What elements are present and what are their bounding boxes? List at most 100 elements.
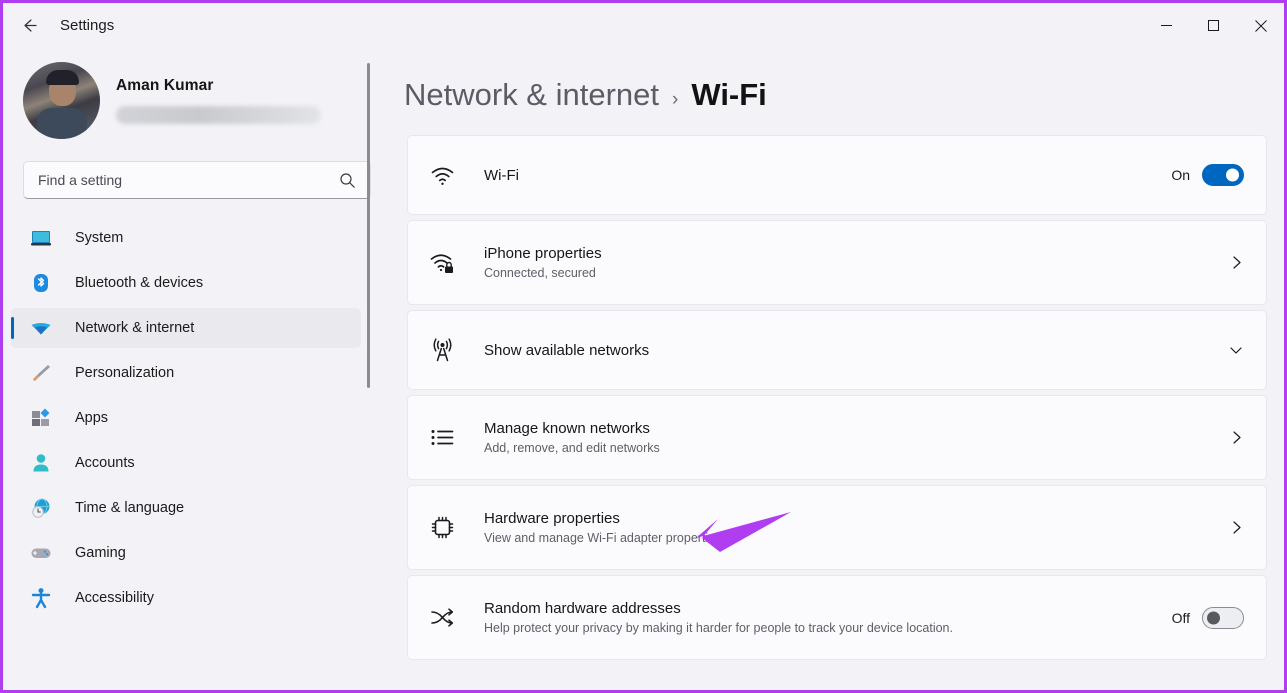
accessibility-icon <box>29 586 53 610</box>
avatar <box>23 62 100 139</box>
card-subtitle: Connected, secured <box>484 266 596 280</box>
chevron-right-icon[interactable] <box>1229 520 1244 535</box>
card-subtitle: Add, remove, and edit networks <box>484 441 660 455</box>
back-arrow-icon <box>23 19 37 32</box>
card-random-hardware-addresses[interactable]: Random hardware addresses Help protect y… <box>407 575 1267 660</box>
card-control <box>1229 255 1244 270</box>
card-title: Random hardware addresses <box>484 600 681 617</box>
system-icon <box>29 226 53 250</box>
chevron-down-icon[interactable] <box>1228 342 1244 358</box>
sidebar-scrollbar[interactable] <box>367 63 370 388</box>
clock-globe-icon <box>29 496 53 520</box>
chevron-right-icon[interactable] <box>1229 255 1244 270</box>
chip-icon <box>427 513 457 543</box>
broadcast-tower-icon <box>427 335 457 365</box>
sidebar-item-accessibility[interactable]: Accessibility <box>11 578 361 618</box>
sidebar-item-time-language[interactable]: Time & language <box>11 488 361 528</box>
settings-cards: Wi-Fi On iPhone properties Connected, se… <box>371 135 1284 660</box>
card-control: On <box>1171 164 1244 186</box>
apps-icon <box>29 406 53 430</box>
sidebar-item-label: Accounts <box>75 455 135 471</box>
sidebar-item-label: Accessibility <box>75 590 154 606</box>
close-icon <box>1254 19 1267 32</box>
status-badge: Off <box>1171 609 1190 626</box>
card-hardware-properties[interactable]: Hardware properties View and manage Wi-F… <box>407 485 1267 570</box>
card-control <box>1229 520 1244 535</box>
card-title: iPhone properties <box>484 245 602 262</box>
list-icon <box>427 423 457 453</box>
avatar-torso <box>37 108 87 139</box>
card-text: Hardware properties View and manage Wi-F… <box>484 510 1229 545</box>
shuffle-icon <box>427 603 457 633</box>
search-input[interactable] <box>24 172 333 188</box>
chevron-right-icon[interactable] <box>1229 430 1244 445</box>
card-manage-known-networks[interactable]: Manage known networks Add, remove, and e… <box>407 395 1267 480</box>
sidebar-item-label: Gaming <box>75 545 126 561</box>
search-box[interactable] <box>23 161 371 199</box>
breadcrumb: Network & internet › Wi-Fi <box>371 48 1284 113</box>
wifi-icon <box>427 160 457 190</box>
card-iphone-properties[interactable]: iPhone properties Connected, secured <box>407 220 1267 305</box>
paintbrush-icon <box>29 361 53 385</box>
card-subtitle: View and manage Wi-Fi adapter properties <box>484 531 722 545</box>
sidebar-item-gaming[interactable]: Gaming <box>11 533 361 573</box>
random-hardware-addresses-toggle[interactable] <box>1202 606 1244 629</box>
network-icon <box>29 316 53 340</box>
search-icon <box>333 172 370 189</box>
sidebar: Aman Kumar Find a setting System Bluetoo… <box>3 48 371 690</box>
card-control <box>1228 342 1244 358</box>
sidebar-item-personalization[interactable]: Personalization <box>11 353 361 393</box>
card-text: Random hardware addresses Help protect y… <box>484 600 1172 635</box>
settings-window: Settings Aman Kumar Find a setting Syste… <box>0 0 1287 693</box>
toggle-knob <box>1207 611 1220 624</box>
minimize-button[interactable] <box>1143 3 1190 48</box>
sidebar-item-label: System <box>75 230 124 246</box>
card-control: Off <box>1171 606 1244 629</box>
sidebar-item-system[interactable]: System <box>11 218 361 258</box>
status-badge: On <box>1171 167 1190 183</box>
sidebar-item-bluetooth[interactable]: Bluetooth & devices <box>11 263 361 303</box>
app-title: Settings <box>60 17 115 34</box>
back-button[interactable] <box>12 9 46 43</box>
window-controls <box>1143 3 1284 48</box>
avatar-hair <box>46 70 79 85</box>
sidebar-item-label: Network & internet <box>75 320 195 336</box>
sidebar-item-label: Apps <box>75 410 109 426</box>
profile-name: Aman Kumar <box>116 77 214 94</box>
chevron-right-icon: › <box>672 89 679 110</box>
card-text: Show available networks <box>484 342 1228 359</box>
card-subtitle: Help protect your privacy by making it h… <box>484 621 953 635</box>
breadcrumb-parent[interactable]: Network & internet <box>404 77 659 113</box>
sidebar-item-apps[interactable]: Apps <box>11 398 361 438</box>
bluetooth-icon <box>29 271 53 295</box>
maximize-icon <box>1208 20 1219 31</box>
maximize-button[interactable] <box>1190 3 1237 48</box>
wifi-lock-icon <box>427 248 457 278</box>
title-bar: Settings <box>3 3 1284 48</box>
card-show-available-networks[interactable]: Show available networks <box>407 310 1267 390</box>
profile-section[interactable]: Aman Kumar <box>3 48 371 139</box>
card-text: Wi-Fi <box>484 167 1171 184</box>
sidebar-item-label: Bluetooth & devices <box>75 275 204 291</box>
sidebar-item-label: Time & language <box>75 500 185 516</box>
card-text: Manage known networks Add, remove, and e… <box>484 420 1229 455</box>
card-text: iPhone properties Connected, secured <box>484 245 1229 280</box>
card-title: Hardware properties <box>484 510 620 527</box>
card-wifi[interactable]: Wi-Fi On <box>407 135 1267 215</box>
profile-text: Aman Kumar <box>116 77 321 124</box>
wifi-toggle[interactable] <box>1202 164 1244 186</box>
sidebar-nav: System Bluetooth & devices Network & int… <box>3 218 371 618</box>
toggle-knob <box>1226 168 1239 182</box>
card-control <box>1229 430 1244 445</box>
page-title: Wi-Fi <box>691 77 767 112</box>
card-title: Manage known networks <box>484 420 650 437</box>
account-icon <box>29 451 53 475</box>
sidebar-item-network-internet[interactable]: Network & internet <box>11 308 361 348</box>
card-title: Wi-Fi <box>484 166 519 184</box>
sidebar-item-accounts[interactable]: Accounts <box>11 443 361 483</box>
minimize-icon <box>1161 25 1172 26</box>
close-button[interactable] <box>1237 3 1284 48</box>
card-title: Show available networks <box>484 341 650 359</box>
gamepad-icon <box>29 541 53 565</box>
main-panel: Network & internet › Wi-Fi Wi-Fi On iPho… <box>371 48 1284 690</box>
